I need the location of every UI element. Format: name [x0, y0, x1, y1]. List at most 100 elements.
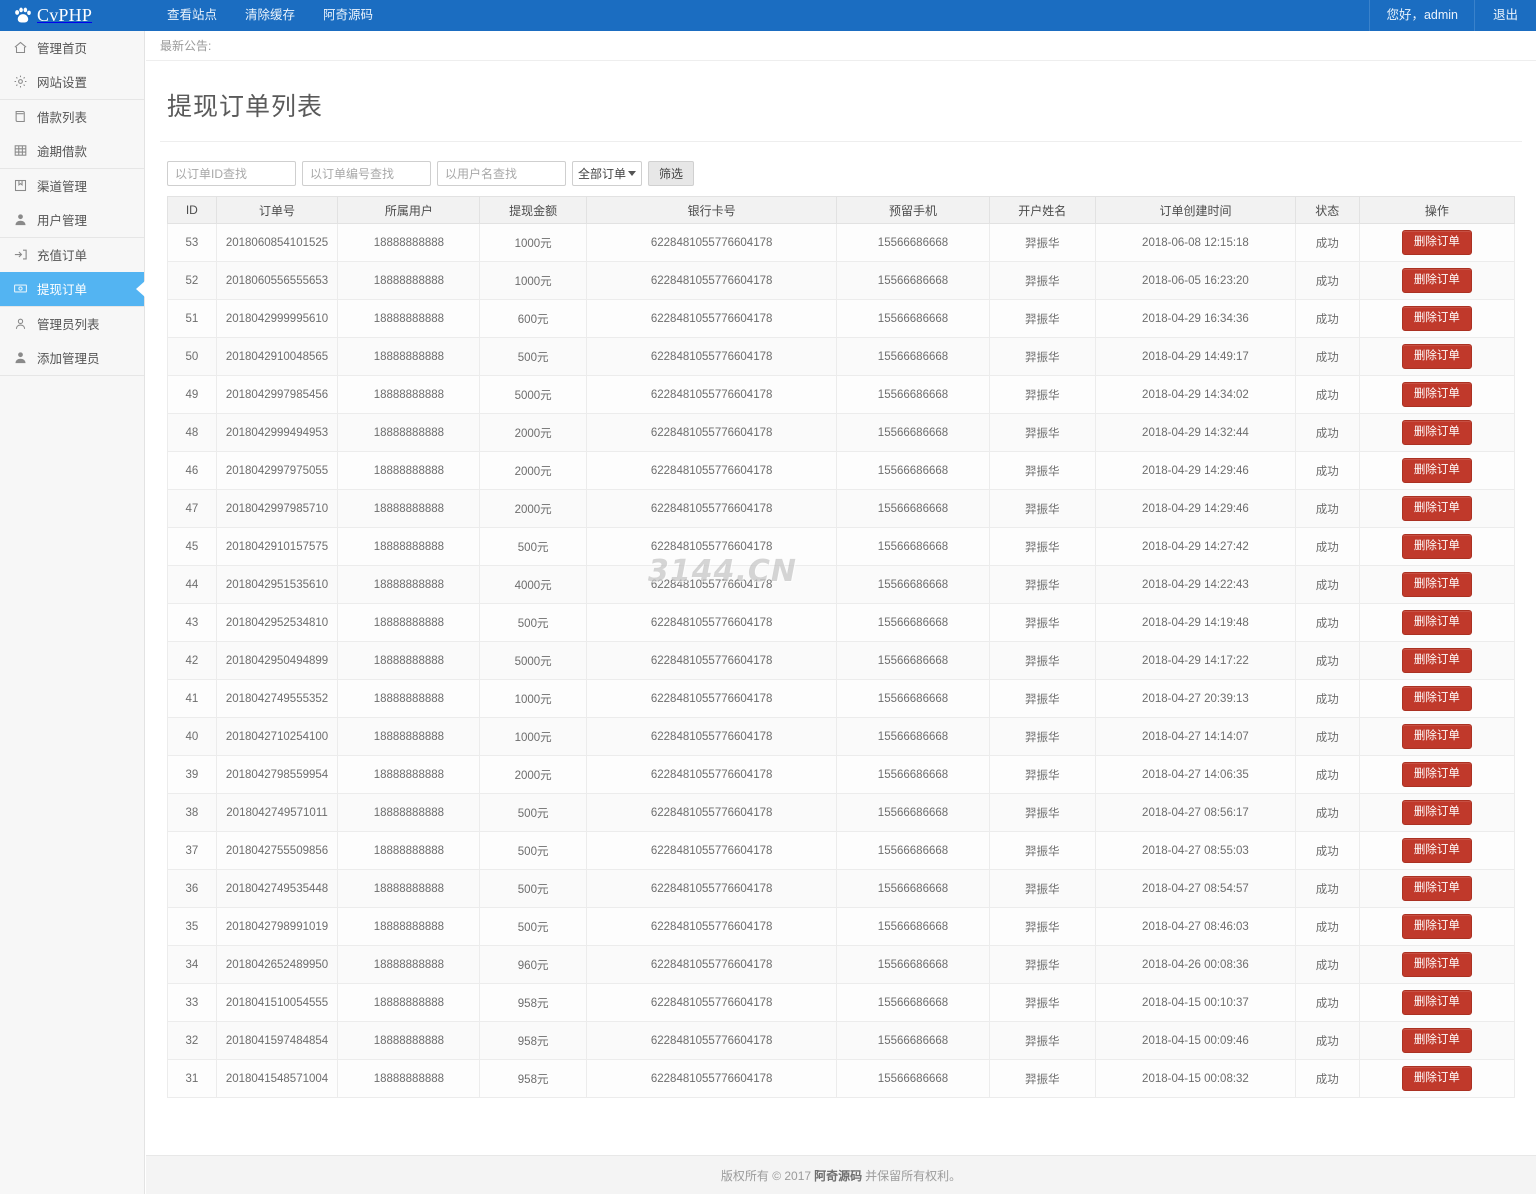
- delete-order-button[interactable]: 删除订单: [1402, 1066, 1472, 1091]
- cell-order-no: 2018042999494953: [216, 414, 338, 452]
- cell-account-name: 羿振华: [989, 984, 1096, 1022]
- topnav-view-site[interactable]: 查看站点: [153, 0, 231, 31]
- brand-logo[interactable]: CvPHP: [0, 0, 145, 31]
- filter-button[interactable]: 筛选: [648, 161, 694, 186]
- table-row: 492018042997985456188888888885000元622848…: [168, 376, 1515, 414]
- delete-order-button[interactable]: 删除订单: [1402, 572, 1472, 597]
- sidebar-item-overdue-loans[interactable]: 逾期借款: [0, 134, 144, 168]
- delete-order-button[interactable]: 删除订单: [1402, 990, 1472, 1015]
- search-order-no-input[interactable]: [302, 161, 431, 186]
- cell-amount: 5000元: [480, 376, 587, 414]
- cell-phone: 15566686668: [837, 452, 989, 490]
- table-row: 442018042951535610188888888884000元622848…: [168, 566, 1515, 604]
- topnav-aqi-source[interactable]: 阿奇源码: [309, 0, 387, 31]
- delete-order-button[interactable]: 删除订单: [1402, 306, 1472, 331]
- sidebar-group-3: 渠道管理 用户管理: [0, 169, 144, 238]
- cell-amount: 500元: [480, 338, 587, 376]
- cell-order-no: 2018042755509856: [216, 832, 338, 870]
- cell-amount: 960元: [480, 946, 587, 984]
- cell-amount: 958元: [480, 1022, 587, 1060]
- sidebar-item-admin-list[interactable]: 管理员列表: [0, 307, 144, 341]
- order-type-select[interactable]: 全部订单: [572, 161, 642, 186]
- delete-order-button[interactable]: 删除订单: [1402, 686, 1472, 711]
- cell-created: 2018-06-08 12:15:18: [1096, 224, 1296, 262]
- sidebar-item-recharge-orders[interactable]: 充值订单: [0, 238, 144, 272]
- sidebar-item-loan-list[interactable]: 借款列表: [0, 100, 144, 134]
- cell-status: 成功: [1295, 908, 1359, 946]
- delete-order-button[interactable]: 删除订单: [1402, 876, 1472, 901]
- cell-phone: 15566686668: [837, 566, 989, 604]
- cell-user: 18888888888: [338, 414, 480, 452]
- delete-order-button[interactable]: 删除订单: [1402, 838, 1472, 863]
- cell-created: 2018-04-29 16:34:36: [1096, 300, 1296, 338]
- delete-order-button[interactable]: 删除订单: [1402, 534, 1472, 559]
- sidebar-item-withdraw-orders[interactable]: 提现订单: [0, 272, 144, 306]
- delete-order-button[interactable]: 删除订单: [1402, 496, 1472, 521]
- cell-user: 18888888888: [338, 490, 480, 528]
- cell-phone: 15566686668: [837, 490, 989, 528]
- grid-icon: [13, 143, 28, 158]
- cell-account-name: 羿振华: [989, 756, 1096, 794]
- delete-order-button[interactable]: 删除订单: [1402, 610, 1472, 635]
- cell-action: 删除订单: [1359, 224, 1514, 262]
- sidebar-item-admin-home[interactable]: 管理首页: [0, 31, 144, 65]
- sidebar-item-user-management[interactable]: 用户管理: [0, 203, 144, 237]
- delete-order-button[interactable]: 删除订单: [1402, 344, 1472, 369]
- delete-order-button[interactable]: 删除订单: [1402, 1028, 1472, 1053]
- cell-account-name: 羿振华: [989, 528, 1096, 566]
- cell-order-no: 2018060854101525: [216, 224, 338, 262]
- delete-order-button[interactable]: 删除订单: [1402, 382, 1472, 407]
- cell-created: 2018-04-29 14:22:43: [1096, 566, 1296, 604]
- table-row: 402018042710254100188888888881000元622848…: [168, 718, 1515, 756]
- table-row: 33201804151005455518888888888958元6228481…: [168, 984, 1515, 1022]
- cell-order-no: 2018042798559954: [216, 756, 338, 794]
- cell-user: 18888888888: [338, 566, 480, 604]
- cell-amount: 958元: [480, 1060, 587, 1098]
- footer-link[interactable]: 阿奇源码: [814, 1167, 862, 1184]
- table-row: 35201804279899101918888888888500元6228481…: [168, 908, 1515, 946]
- delete-order-button[interactable]: 删除订单: [1402, 762, 1472, 787]
- delete-order-button[interactable]: 删除订单: [1402, 458, 1472, 483]
- cell-account-name: 羿振华: [989, 680, 1096, 718]
- cell-account-name: 羿振华: [989, 300, 1096, 338]
- cell-phone: 15566686668: [837, 718, 989, 756]
- sidebar-item-channel-management[interactable]: 渠道管理: [0, 169, 144, 203]
- topnav-clear-cache[interactable]: 清除缓存: [231, 0, 309, 31]
- table-row: 36201804274953544818888888888500元6228481…: [168, 870, 1515, 908]
- cell-action: 删除订单: [1359, 642, 1514, 680]
- sidebar-item-site-settings[interactable]: 网站设置: [0, 65, 144, 99]
- cell-action: 删除订单: [1359, 832, 1514, 870]
- cell-id: 43: [168, 604, 217, 642]
- cell-card: 6228481055776604178: [586, 300, 837, 338]
- delete-order-button[interactable]: 删除订单: [1402, 914, 1472, 939]
- delete-order-button[interactable]: 删除订单: [1402, 268, 1472, 293]
- cell-amount: 2000元: [480, 452, 587, 490]
- top-nav: 查看站点 清除缓存 阿奇源码: [153, 0, 387, 31]
- delete-order-button[interactable]: 删除订单: [1402, 800, 1472, 825]
- delete-order-button[interactable]: 删除订单: [1402, 230, 1472, 255]
- cell-amount: 2000元: [480, 490, 587, 528]
- cell-amount: 500元: [480, 528, 587, 566]
- cell-account-name: 羿振华: [989, 1060, 1096, 1098]
- cell-user: 18888888888: [338, 262, 480, 300]
- cell-card: 6228481055776604178: [586, 946, 837, 984]
- cell-action: 删除订单: [1359, 718, 1514, 756]
- sidebar-item-add-admin[interactable]: 添加管理员: [0, 341, 144, 375]
- cell-order-no: 2018042952534810: [216, 604, 338, 642]
- col-header-user: 所属用户: [338, 197, 480, 224]
- delete-order-button[interactable]: 删除订单: [1402, 724, 1472, 749]
- cell-created: 2018-04-29 14:29:46: [1096, 490, 1296, 528]
- delete-order-button[interactable]: 删除订单: [1402, 420, 1472, 445]
- cell-amount: 500元: [480, 832, 587, 870]
- delete-order-button[interactable]: 删除订单: [1402, 952, 1472, 977]
- sidebar-label: 借款列表: [37, 107, 87, 126]
- cell-created: 2018-04-29 14:27:42: [1096, 528, 1296, 566]
- brand-name: CvPHP: [37, 5, 92, 26]
- cell-phone: 15566686668: [837, 376, 989, 414]
- search-order-id-input[interactable]: [167, 161, 296, 186]
- cell-created: 2018-04-27 14:06:35: [1096, 756, 1296, 794]
- logout-button[interactable]: 退出: [1474, 0, 1536, 31]
- delete-order-button[interactable]: 删除订单: [1402, 648, 1472, 673]
- search-username-input[interactable]: [437, 161, 566, 186]
- cell-id: 36: [168, 870, 217, 908]
